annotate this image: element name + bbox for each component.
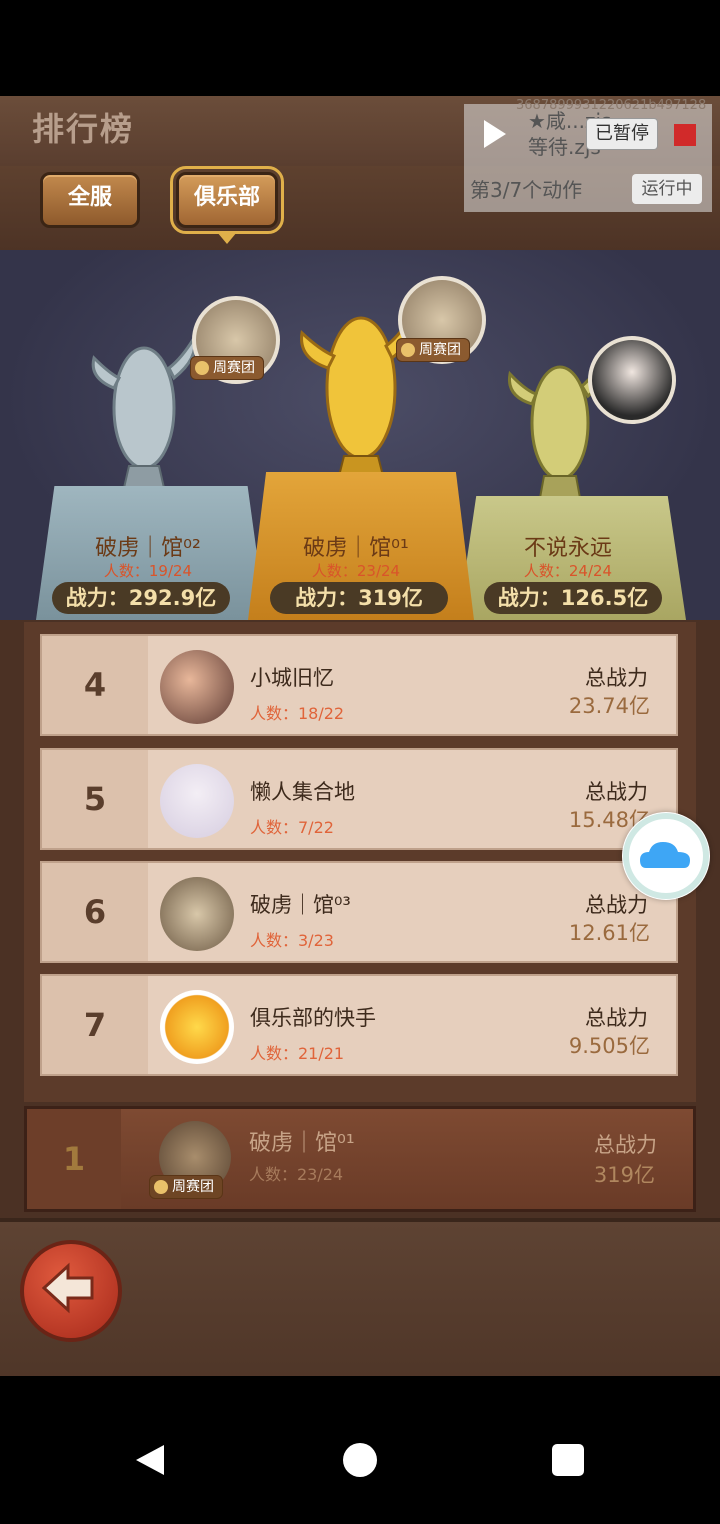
podium-3-avatar xyxy=(588,336,676,424)
cloud-icon xyxy=(623,813,709,899)
club-avatar xyxy=(160,764,234,838)
rank-number: 4 xyxy=(83,666,107,704)
my-club-count: 人数：23/24 xyxy=(249,1165,344,1184)
navigation-bar xyxy=(0,1376,720,1520)
rank-number: 5 xyxy=(83,780,107,818)
total-power-value: 9.505亿 xyxy=(568,1034,650,1058)
status-bar xyxy=(0,0,720,96)
tab-all-server[interactable]: 全服 xyxy=(40,172,140,228)
list-item[interactable]: 5 懒人集合地 人数：7/22 总战力 15.48亿 xyxy=(40,748,678,850)
list-item[interactable]: 6 破虏｜馆⁰³ 人数：3/23 总战力 12.61亿 xyxy=(40,861,678,963)
page-title: 排行榜 xyxy=(32,110,135,148)
podium-2-count: 人数：19/24 xyxy=(103,562,193,580)
list-item[interactable]: 4 小城旧忆 人数：18/22 总战力 23.74亿 xyxy=(40,634,678,736)
member-count: 人数：18/22 xyxy=(250,704,345,723)
podium-3-power: 战力：126.5亿 xyxy=(484,582,662,614)
club-avatar xyxy=(160,877,234,951)
podium-1-name: 破虏｜馆⁰¹ xyxy=(303,536,409,561)
play-icon[interactable] xyxy=(484,120,506,148)
paused-button[interactable]: 已暂停 xyxy=(586,118,658,150)
cloud-float-button[interactable] xyxy=(622,812,710,900)
total-power-label: 总战力 xyxy=(585,1006,648,1030)
my-club-row[interactable]: 1 周赛团 破虏｜馆⁰¹ 人数：23/24 总战力 319亿 xyxy=(24,1106,696,1212)
podium-2-power: 战力：292.9亿 xyxy=(52,582,230,614)
podium-1-count: 人数：23/24 xyxy=(311,562,401,580)
nav-home-icon xyxy=(343,1443,377,1477)
nav-icons xyxy=(136,1443,584,1477)
tab-selected-pointer xyxy=(217,232,237,244)
my-club-rank: 1 xyxy=(62,1140,86,1178)
my-club-power-value: 319亿 xyxy=(593,1163,655,1187)
rank-number: 6 xyxy=(83,893,107,931)
podium-3-name: 不说永远 xyxy=(523,536,612,561)
step-progress-text: 第3/7个动作 xyxy=(470,178,583,202)
member-count: 人数：7/22 xyxy=(250,818,334,837)
podium-2-club-badge: 周赛团 xyxy=(190,356,264,380)
club-name: 破虏｜馆⁰³ xyxy=(250,893,351,917)
club-avatar xyxy=(160,990,234,1064)
club-name: 小城旧忆 xyxy=(250,666,334,690)
nav-back-icon xyxy=(136,1445,164,1475)
member-count: 人数：3/23 xyxy=(250,931,334,950)
total-power-label: 总战力 xyxy=(585,666,648,690)
silver-fish-trophy-icon: 2 xyxy=(91,334,197,508)
back-button[interactable] xyxy=(20,1240,122,1342)
total-power-label: 总战力 xyxy=(585,780,648,804)
club-avatar xyxy=(160,650,234,724)
list-item[interactable]: 7 俱乐部的快手 人数：21/21 总战力 9.505亿 xyxy=(40,974,678,1076)
tab-club[interactable]: 俱乐部 xyxy=(170,166,284,234)
total-power-value: 12.61亿 xyxy=(568,921,650,945)
club-name: 懒人集合地 xyxy=(250,780,355,804)
club-name: 俱乐部的快手 xyxy=(250,1006,376,1030)
podium-2-name: 破虏｜馆⁰² xyxy=(95,536,201,561)
stop-icon[interactable] xyxy=(674,124,696,146)
running-status-badge[interactable]: 运行中 xyxy=(632,174,702,204)
my-club-badge: 周赛团 xyxy=(149,1175,223,1199)
total-power-value: 23.74亿 xyxy=(568,694,650,718)
podium-1-club-badge: 周赛团 xyxy=(396,338,470,362)
podium-3-count: 人数：24/24 xyxy=(523,562,613,580)
my-club-power-label: 总战力 xyxy=(594,1133,657,1157)
rank-number: 7 xyxy=(83,1006,107,1044)
back-arrow-icon xyxy=(41,1262,94,1314)
my-club-name: 破虏｜馆⁰¹ xyxy=(249,1131,355,1156)
member-count: 人数：21/21 xyxy=(250,1044,345,1063)
nav-recents-icon xyxy=(552,1444,584,1476)
podium-1-power: 战力：319亿 xyxy=(270,582,448,614)
